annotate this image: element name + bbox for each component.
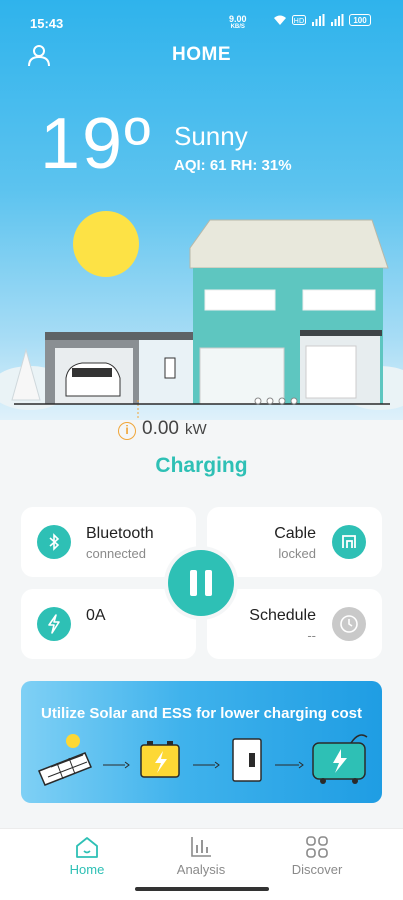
power-value: 0.00	[142, 418, 179, 439]
info-icon[interactable]: i	[118, 422, 136, 440]
signal-icon	[312, 14, 325, 26]
arrow-icon-2	[193, 761, 220, 769]
lightning-icon	[37, 607, 71, 641]
cable-title: Cable	[274, 525, 316, 542]
battery-icon: 100	[349, 14, 371, 26]
wifi-icon	[274, 15, 286, 25]
battery-storage-icon	[140, 741, 180, 778]
pause-bar-right	[205, 570, 212, 596]
net-speed-value: 9.00	[229, 14, 247, 24]
bluetooth-title: Bluetooth	[86, 525, 154, 542]
banner-title: Utilize Solar and ESS for lower charging…	[41, 705, 362, 722]
cable-status: locked	[278, 546, 316, 561]
bar-chart-icon	[191, 837, 211, 857]
weather-condition: Sunny	[174, 121, 248, 151]
schedule-card[interactable]: Schedule --	[207, 589, 382, 659]
aqi-humidity: AQI: 61 RH: 31%	[174, 157, 292, 174]
schedule-value: --	[307, 628, 316, 643]
status-time: 15:43	[30, 16, 64, 31]
home-icon	[76, 837, 98, 858]
clock-icon	[332, 607, 366, 641]
nav-home[interactable]: Home	[37, 835, 137, 877]
nav-home-label: Home	[69, 862, 105, 877]
nav-discover-label: Discover	[291, 862, 343, 877]
current-value: 0A	[86, 607, 106, 624]
svg-text:HD: HD	[294, 17, 305, 25]
cable-card[interactable]: Cable locked	[207, 507, 382, 577]
grid-icon	[306, 836, 328, 858]
nav-analysis-label: Analysis	[176, 862, 226, 877]
home-illustration	[0, 211, 403, 418]
current-card[interactable]: 0A	[21, 589, 196, 659]
gesture-bar[interactable]	[135, 887, 269, 891]
hd-icon: HD	[292, 15, 306, 25]
bluetooth-card[interactable]: Bluetooth connected	[21, 507, 196, 577]
power-readout: i 0.00 kW	[118, 418, 207, 440]
page-title: HOME	[172, 44, 231, 65]
battery-level: 100	[353, 15, 367, 25]
nav-analysis[interactable]: Analysis	[151, 835, 251, 877]
cable-lock-icon	[332, 525, 366, 559]
bluetooth-status: connected	[86, 546, 146, 561]
solar-panel-icon	[38, 734, 92, 786]
solar-banner[interactable]: Utilize Solar and ESS for lower charging…	[21, 681, 382, 803]
arrow-icon	[103, 761, 130, 769]
energy-flow-illustration	[38, 734, 368, 786]
sun-icon	[73, 211, 139, 277]
nav-discover[interactable]: Discover	[267, 835, 367, 877]
signal-icon-2	[331, 14, 344, 26]
arrow-icon-3	[275, 761, 304, 769]
net-speed: 9.00 KB/S	[229, 15, 247, 31]
charger-icon	[232, 738, 262, 782]
bluetooth-icon	[37, 525, 71, 559]
schedule-title: Schedule	[249, 607, 316, 624]
pause-button[interactable]	[168, 550, 234, 616]
pause-bar-left	[190, 570, 197, 596]
net-speed-unit: KB/S	[230, 24, 245, 30]
electric-car-icon	[312, 734, 368, 784]
temperature: 19º	[40, 104, 153, 184]
power-unit: kW	[184, 421, 207, 438]
charging-status: Charging	[155, 454, 248, 477]
status-bar: 15:43 9.00 KB/S HD 100	[0, 0, 403, 40]
